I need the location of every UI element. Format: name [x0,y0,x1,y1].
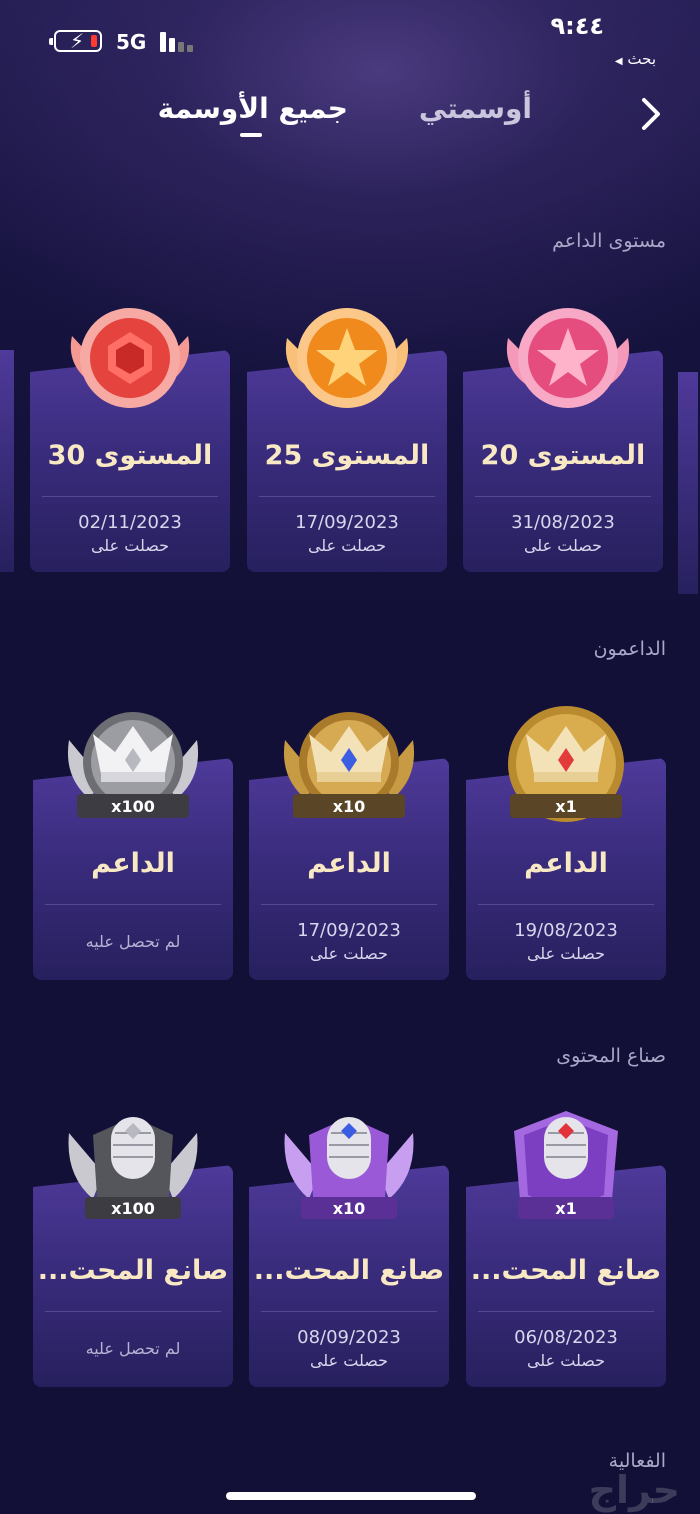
orange-star-medal-icon [285,308,409,408]
badge-status-not-earned: لم تحصل عليه [85,1339,181,1358]
partial-card-right [678,372,698,594]
home-indicator[interactable] [226,1492,476,1500]
badge-card[interactable]: x100 صانع المحت... لم تحصل عليه [33,1117,233,1387]
badge-date: 31/08/2023 [511,512,615,533]
chevron-right-icon[interactable] [636,94,666,134]
badge-title: صانع المحت... [37,1255,229,1286]
section-title-supporters: الداعمون [593,638,666,660]
badge-date: 08/09/2023 [297,1327,401,1348]
svg-text:x1: x1 [555,797,576,816]
badge-title: الداعم [524,848,608,879]
signal-icon [160,32,200,52]
badge-title: صانع المحت... [253,1255,445,1286]
purple-winged-microphone-icon: x10 [284,1117,414,1219]
red-gem-medal-icon [70,308,190,408]
badge-card[interactable]: x10 صانع المحت... 08/09/2023 حصلت على [249,1117,449,1387]
active-tab-indicator [239,133,262,137]
badge-date: 02/11/2023 [78,512,182,533]
section-title-supporter-level: مستوى الداعم [552,230,666,252]
silver-winged-microphone-icon: x100 [68,1117,198,1219]
badge-title: الداعم [91,848,175,879]
partial-card-left [0,350,14,572]
badge-title: المستوى 20 [480,440,646,471]
svg-text:x10: x10 [333,1199,366,1218]
watermark-logo: حراج [588,1468,680,1512]
badge-card[interactable]: المستوى 30 02/11/2023 حصلت على [30,308,230,572]
badge-card[interactable]: المستوى 25 17/09/2023 حصلت على [247,308,447,572]
badge-date: 19/08/2023 [514,920,618,941]
back-app-label: بحث [627,50,656,68]
tab-all-badges-label: جميع الأوسمة [157,92,348,125]
badge-date: 17/09/2023 [295,512,399,533]
gold-crown-icon: x1 [508,706,624,822]
svg-text:x1: x1 [555,1199,576,1218]
status-bar: ⚡ 5G ٩:٤٤ ◀ بحث [0,0,700,80]
network-type: 5G [116,30,147,54]
back-to-app-link[interactable]: ◀ بحث [612,50,656,68]
badge-status-not-earned: لم تحصل عليه [85,932,181,951]
clock: ٩:٤٤ [550,12,604,40]
gold-winged-crown-icon: x10 [283,712,415,818]
badge-status: حصلت على [90,536,170,555]
pink-star-medal-icon [506,308,630,408]
battery-icon: ⚡ [49,29,102,53]
badge-status: حصلت على [523,536,603,555]
tab-my-badges[interactable]: أوسمتي [419,92,532,125]
badge-status: حصلت على [526,1351,606,1370]
badge-card[interactable]: x1 الداعم 19/08/2023 حصلت على [466,706,666,980]
svg-text:x100: x100 [111,1199,155,1218]
badge-status: حصلت على [309,1351,389,1370]
purple-microphone-icon: x1 [514,1111,618,1219]
badge-date: 17/09/2023 [297,920,401,941]
back-arrow-icon: ◀ [614,56,623,67]
svg-text:x100: x100 [111,797,155,816]
tab-my-badges-label: أوسمتي [418,92,532,125]
badge-card[interactable]: x100 الداعم لم تحصل عليه [33,712,233,980]
badge-title: المستوى 25 [264,440,430,471]
badge-title: المستوى 30 [47,440,213,471]
badge-card[interactable]: x1 صانع المحت... 06/08/2023 حصلت على [466,1111,666,1387]
badge-card[interactable]: المستوى 20 31/08/2023 حصلت على [463,308,663,572]
tab-bar: جميع الأوسمة أوسمتي [0,84,700,144]
section-title-content-creators: صناع المحتوى [556,1045,666,1067]
svg-text:x10: x10 [333,797,366,816]
silver-winged-crown-icon: x100 [67,712,199,818]
badge-title: الداعم [307,848,391,879]
tab-all-badges[interactable]: جميع الأوسمة [157,92,348,137]
badge-card[interactable]: x10 الداعم 17/09/2023 حصلت على [249,712,449,980]
badge-status: حصلت على [309,944,389,963]
badge-date: 06/08/2023 [514,1327,618,1348]
badge-status: حصلت على [526,944,606,963]
badge-status: حصلت على [307,536,387,555]
badge-title: صانع المحت... [470,1255,662,1286]
